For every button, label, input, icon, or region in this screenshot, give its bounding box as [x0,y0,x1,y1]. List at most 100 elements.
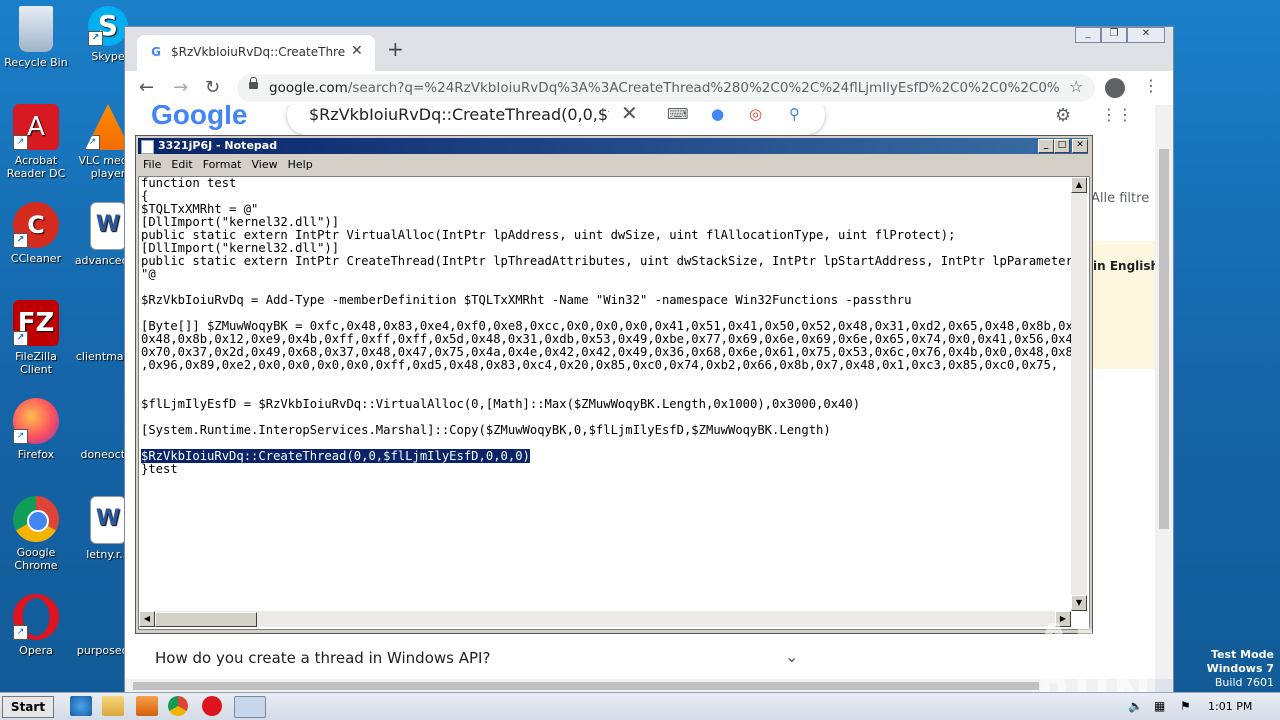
start-button[interactable]: Start [2,696,54,718]
script-line: }test [141,462,178,476]
in-english-link[interactable]: in English [1093,259,1155,273]
search-icon[interactable]: ⚲ [789,105,800,123]
filezilla-icon: FZ ↗ [13,300,59,346]
script-line: { [141,189,149,203]
filezilla-shortcut[interactable]: FZ ↗ FileZilla Client [0,300,72,376]
new-tab-button[interactable]: + [387,39,404,59]
network-icon[interactable]: ▦ [1154,699,1165,713]
test-mode-line: Test Mode [1211,648,1274,661]
url-text[interactable]: google.com/search?q=%24RzVkbIoiuRvDq%3A%… [269,80,1059,96]
taskbar-clock[interactable]: 1:01 PM [1208,700,1252,713]
action-center-flag-icon[interactable]: ⚑ [1180,699,1191,713]
ccleaner-label: CCleaner [10,252,62,265]
menu-format[interactable]: Format [198,156,247,173]
notepad-close-button[interactable]: ✕ [1072,139,1088,153]
notepad-vertical-scrollbar[interactable]: ▲ ▼ [1071,177,1087,611]
acrobat-label: Acrobat Reader DC [6,154,66,180]
script-line: function test [141,177,237,190]
related-question-text: How do you create a thread in Windows AP… [155,649,491,667]
notepad-taskbar-button[interactable] [234,696,266,718]
apps-grid-icon[interactable]: ⋮⋮ [1101,105,1133,124]
account-avatar-icon[interactable] [1105,78,1125,98]
page-vertical-scrollbar[interactable] [1155,105,1173,679]
firefox-icon: ↗ [13,398,59,444]
settings-gear-icon[interactable]: ⚙ [1055,105,1071,126]
scroll-left-icon[interactable]: ◀ [139,611,155,627]
recycle-bin-shortcut[interactable]: Recycle Bin [0,6,72,69]
google-favicon-icon: G [151,45,161,59]
back-arrow-icon[interactable]: ← [139,77,154,98]
test-mode-notice: Test Mode Windows 7 Build 7601 [1207,648,1274,690]
taskbar: Start 🔈 ▦ ⚑ 1:01 PM [0,692,1280,720]
speaker-icon[interactable]: 🔈 [1128,699,1143,713]
related-question[interactable]: How do you create a thread in Windows AP… [145,645,805,675]
all-filters[interactable]: Alle filtre [1091,191,1149,206]
menu-file[interactable]: File [138,156,166,173]
minimize-button[interactable]: _ [1075,27,1101,43]
close-window-button[interactable]: ✕ [1127,27,1165,43]
lock-icon [249,77,258,89]
firefox-label: Firefox [17,448,55,461]
google-logo[interactable]: Google [151,105,247,131]
tab-title: $RzVkbIoiuRvDq::CreateThread(0,0 [171,45,345,59]
script-line: "@ [141,267,156,281]
google-chrome-shortcut[interactable]: Google Chrome [0,496,72,572]
forward-arrow-icon[interactable]: → [173,77,188,98]
menu-view[interactable]: View [247,156,283,173]
clear-search-icon[interactable]: ✕ [621,105,638,125]
opera-label: Opera [19,644,53,657]
opera-taskbar-icon[interactable] [202,696,222,716]
opera-shortcut[interactable]: ↗ Opera [0,594,72,657]
browser-menu-icon[interactable]: ⋮ [1143,76,1159,95]
page-horizontal-scrollbar[interactable] [125,679,1155,693]
keyboard-icon[interactable]: ⌨ [667,105,689,123]
start-label: Start [10,700,46,714]
notepad-maximize-button[interactable]: □ [1054,139,1070,153]
chevron-down-icon[interactable]: ⌄ [785,647,798,666]
selected-script-line: $RzVkbIoiuRvDq::CreateThread(0,0,$flLjmI… [141,449,530,463]
maximize-button[interactable]: ❐ [1101,27,1127,43]
scrollbar-thumb[interactable] [1159,149,1169,529]
recycle-bin-label: Recycle Bin [4,56,68,69]
notepad-title-bar[interactable]: 3321jP6J - Notepad _ □ ✕ [138,138,1088,154]
browser-tab-active[interactable]: G $RzVkbIoiuRvDq::CreateThread(0,0 ✕ [137,35,375,71]
reload-icon[interactable]: ↻ [205,77,220,98]
address-bar[interactable]: google.com/search?q=%24RzVkbIoiuRvDq%3A%… [237,74,1095,102]
scrollbar-thumb[interactable] [133,682,1039,690]
google-search-box[interactable]: $RzVkbIoiuRvDq::CreateThread(0,0,$flLjml… [287,105,825,135]
notepad-text-area[interactable]: function test{$TQLTxXMRht = @" [DllImport… [138,176,1090,630]
internet-explorer-icon[interactable] [70,696,92,716]
skype-icon: S ↗ [88,6,128,46]
search-query[interactable]: $RzVkbIoiuRvDq::CreateThread(0,0,$flLjml [309,105,609,124]
notepad-icon [141,140,154,154]
media-player-icon[interactable] [136,696,158,716]
tab-close-icon[interactable]: ✕ [351,43,363,59]
word-document-icon: W [90,496,126,544]
notepad-menu-bar: File Edit Format View Help [138,156,318,174]
script-line: ,0x96,0x89,0xe2,0x0,0x0,0x0,0x0,0xff,0xd… [141,358,1059,372]
firefox-shortcut[interactable]: ↗ Firefox [0,398,72,461]
bookmark-star-icon[interactable]: ☆ [1069,77,1083,96]
notepad-horizontal-scrollbar[interactable]: ◀ ▶ [139,611,1071,627]
explorer-folder-icon[interactable] [102,696,124,716]
chrome-taskbar-icon[interactable] [168,696,188,716]
chrome-label: Google Chrome [14,546,58,572]
ccleaner-shortcut[interactable]: C ↗ CCleaner [0,202,72,265]
scroll-up-icon[interactable]: ▲ [1071,177,1087,193]
microphone-icon[interactable]: ● [711,105,724,123]
script-line: $RzVkbIoiuRvDq = Add-Type -memberDefinit… [141,293,912,307]
scroll-down-icon[interactable]: ▼ [1071,595,1087,611]
opera-icon: ↗ [13,594,59,640]
ccleaner-icon: C ↗ [13,202,59,248]
script-line: public static extern IntPtr CreateThread… [141,254,1071,268]
acrobat-shortcut[interactable]: A ↗ Acrobat Reader DC [0,104,72,180]
lens-camera-icon[interactable]: ◎ [749,105,762,123]
menu-edit[interactable]: Edit [166,156,197,173]
menu-help[interactable]: Help [283,156,318,173]
notepad-minimize-button[interactable]: _ [1038,139,1054,153]
recycle-bin-icon [19,6,53,52]
script-text[interactable]: function test{$TQLTxXMRht = @" [DllImport… [141,177,1071,611]
tab-strip: G $RzVkbIoiuRvDq::CreateThread(0,0 ✕ + _… [125,27,1173,71]
script-line: $flLjmIlyEsfD = $RzVkbIoiuRvDq::VirtualA… [141,397,861,411]
scrollbar-thumb[interactable] [155,612,257,627]
